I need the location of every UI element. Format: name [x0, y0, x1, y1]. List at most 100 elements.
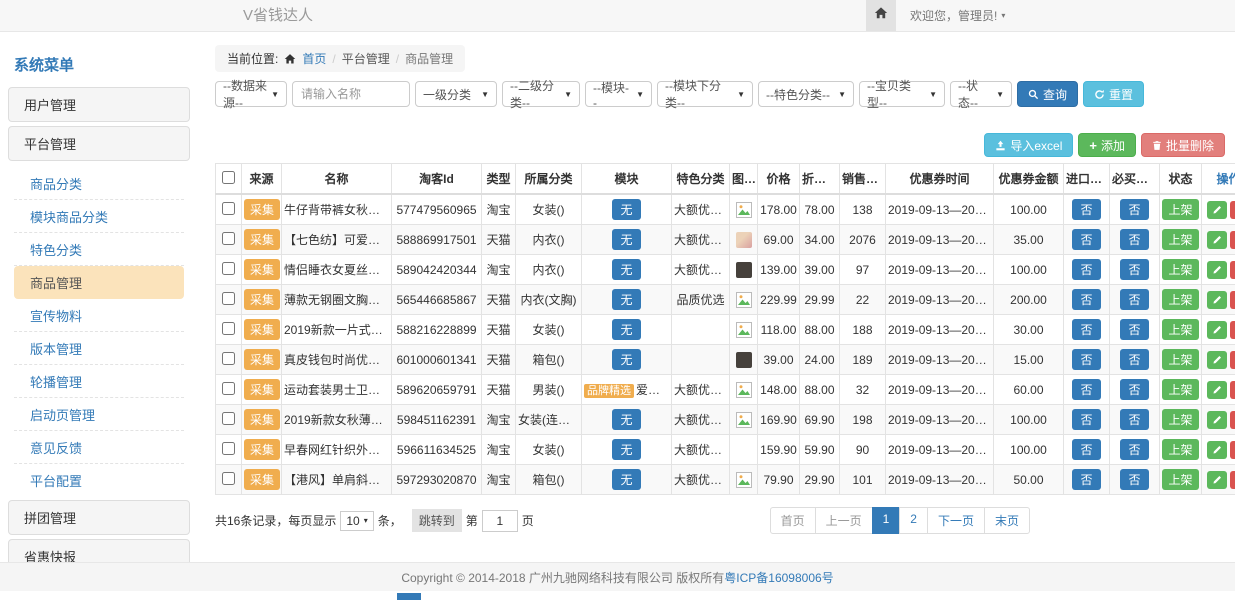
sidebar-subitem[interactable]: 轮播管理: [14, 365, 184, 398]
icp-link[interactable]: 粤ICP备16098006号: [724, 569, 833, 586]
status-button[interactable]: 上架: [1162, 439, 1198, 460]
query-button[interactable]: 查询: [1017, 81, 1078, 107]
status-button[interactable]: 上架: [1162, 469, 1198, 490]
row-checkbox[interactable]: [222, 442, 235, 455]
select-all-checkbox[interactable]: [222, 171, 235, 184]
page-button[interactable]: 末页: [984, 507, 1030, 534]
row-checkbox[interactable]: [222, 472, 235, 485]
delete-button[interactable]: [1230, 351, 1235, 369]
delete-button[interactable]: [1230, 441, 1235, 459]
must-buy-toggle[interactable]: 否: [1120, 439, 1148, 460]
row-checkbox[interactable]: [222, 202, 235, 215]
status-button[interactable]: 上架: [1162, 229, 1198, 250]
delete-button[interactable]: [1230, 411, 1235, 429]
must-buy-toggle[interactable]: 否: [1120, 319, 1148, 340]
row-checkbox[interactable]: [222, 322, 235, 335]
delete-button[interactable]: [1230, 261, 1235, 279]
delete-button[interactable]: [1230, 201, 1235, 219]
row-checkbox[interactable]: [222, 352, 235, 365]
import-select-toggle[interactable]: 否: [1072, 379, 1100, 400]
filter-select[interactable]: 一级分类▼: [415, 81, 497, 107]
filter-select[interactable]: --特色分类--▼: [758, 81, 854, 107]
status-button[interactable]: 上架: [1162, 349, 1198, 370]
must-buy-toggle[interactable]: 否: [1120, 469, 1148, 490]
row-checkbox[interactable]: [222, 382, 235, 395]
edit-button[interactable]: [1207, 411, 1227, 429]
edit-button[interactable]: [1207, 471, 1227, 489]
page-button[interactable]: 下一页: [927, 507, 985, 534]
status-button[interactable]: 上架: [1162, 319, 1198, 340]
jump-page-input[interactable]: [482, 510, 518, 532]
sidebar-item[interactable]: 平台管理: [8, 126, 190, 161]
delete-button[interactable]: [1230, 471, 1235, 489]
must-buy-toggle[interactable]: 否: [1120, 199, 1148, 220]
edit-button[interactable]: [1207, 291, 1227, 309]
sidebar-subitem[interactable]: 特色分类: [14, 233, 184, 266]
sidebar-subitem[interactable]: 商品管理: [14, 266, 184, 299]
row-checkbox[interactable]: [222, 262, 235, 275]
sidebar-subitem[interactable]: 模块商品分类: [14, 200, 184, 233]
delete-button[interactable]: [1230, 381, 1235, 399]
edit-button[interactable]: [1207, 261, 1227, 279]
filter-select[interactable]: --模块下分类--▼: [657, 81, 753, 107]
sidebar-subitem[interactable]: 启动页管理: [14, 398, 184, 431]
sidebar-item[interactable]: 用户管理: [8, 87, 190, 122]
delete-button[interactable]: [1230, 291, 1235, 309]
edit-button[interactable]: [1207, 321, 1227, 339]
reset-button[interactable]: 重置: [1083, 81, 1144, 107]
must-buy-toggle[interactable]: 否: [1120, 229, 1148, 250]
breadcrumb-home-link[interactable]: 首页: [302, 50, 326, 67]
page-size-select[interactable]: 10 ▾: [340, 511, 373, 531]
sidebar-subitem[interactable]: 版本管理: [14, 332, 184, 365]
import-select-toggle[interactable]: 否: [1072, 319, 1100, 340]
import-select-toggle[interactable]: 否: [1072, 199, 1100, 220]
must-buy-toggle[interactable]: 否: [1120, 409, 1148, 430]
row-checkbox[interactable]: [222, 412, 235, 425]
status-button[interactable]: 上架: [1162, 409, 1198, 430]
sidebar-subitem[interactable]: 平台配置: [14, 464, 184, 496]
filter-select[interactable]: --宝贝类型--▼: [859, 81, 945, 107]
sidebar-subitem[interactable]: 宣传物料: [14, 299, 184, 332]
import-select-toggle[interactable]: 否: [1072, 289, 1100, 310]
edit-button[interactable]: [1207, 381, 1227, 399]
batch-delete-button[interactable]: 批量删除: [1141, 133, 1225, 157]
filter-select[interactable]: --状态--▼: [950, 81, 1012, 107]
import-select-toggle[interactable]: 否: [1072, 409, 1100, 430]
add-button[interactable]: + 添加: [1078, 133, 1136, 157]
sidebar-subitem[interactable]: 商品分类: [14, 167, 184, 200]
edit-button[interactable]: [1207, 441, 1227, 459]
row-checkbox[interactable]: [222, 292, 235, 305]
import-excel-button[interactable]: 导入excel: [984, 133, 1073, 157]
status-button[interactable]: 上架: [1162, 379, 1198, 400]
filter-select[interactable]: --数据来源--▼: [215, 81, 287, 107]
jump-button[interactable]: 跳转到: [412, 509, 462, 532]
delete-button[interactable]: [1230, 321, 1235, 339]
status-button[interactable]: 上架: [1162, 289, 1198, 310]
filter-select[interactable]: --模块--▼: [585, 81, 652, 107]
sidebar-subitem[interactable]: 意见反馈: [14, 431, 184, 464]
status-button[interactable]: 上架: [1162, 199, 1198, 220]
must-buy-toggle[interactable]: 否: [1120, 259, 1148, 280]
import-select-toggle[interactable]: 否: [1072, 439, 1100, 460]
sidebar-item[interactable]: 拼团管理: [8, 500, 190, 535]
import-select-toggle[interactable]: 否: [1072, 469, 1100, 490]
page-button[interactable]: 2: [899, 507, 928, 534]
row-checkbox[interactable]: [222, 232, 235, 245]
must-buy-toggle[interactable]: 否: [1120, 349, 1148, 370]
page-button[interactable]: 上一页: [815, 507, 873, 534]
delete-button[interactable]: [1230, 231, 1235, 249]
user-menu[interactable]: 欢迎您，管理员! ▾: [910, 7, 1005, 24]
home-button[interactable]: [866, 0, 896, 31]
edit-button[interactable]: [1207, 231, 1227, 249]
must-buy-toggle[interactable]: 否: [1120, 289, 1148, 310]
must-buy-toggle[interactable]: 否: [1120, 379, 1148, 400]
import-select-toggle[interactable]: 否: [1072, 259, 1100, 280]
edit-button[interactable]: [1207, 351, 1227, 369]
sidebar-item[interactable]: 省惠快报: [8, 539, 190, 564]
import-select-toggle[interactable]: 否: [1072, 229, 1100, 250]
filter-select[interactable]: --二级分类--▼: [502, 81, 580, 107]
import-select-toggle[interactable]: 否: [1072, 349, 1100, 370]
name-search-input[interactable]: [292, 81, 410, 107]
edit-button[interactable]: [1207, 201, 1227, 219]
status-button[interactable]: 上架: [1162, 259, 1198, 280]
